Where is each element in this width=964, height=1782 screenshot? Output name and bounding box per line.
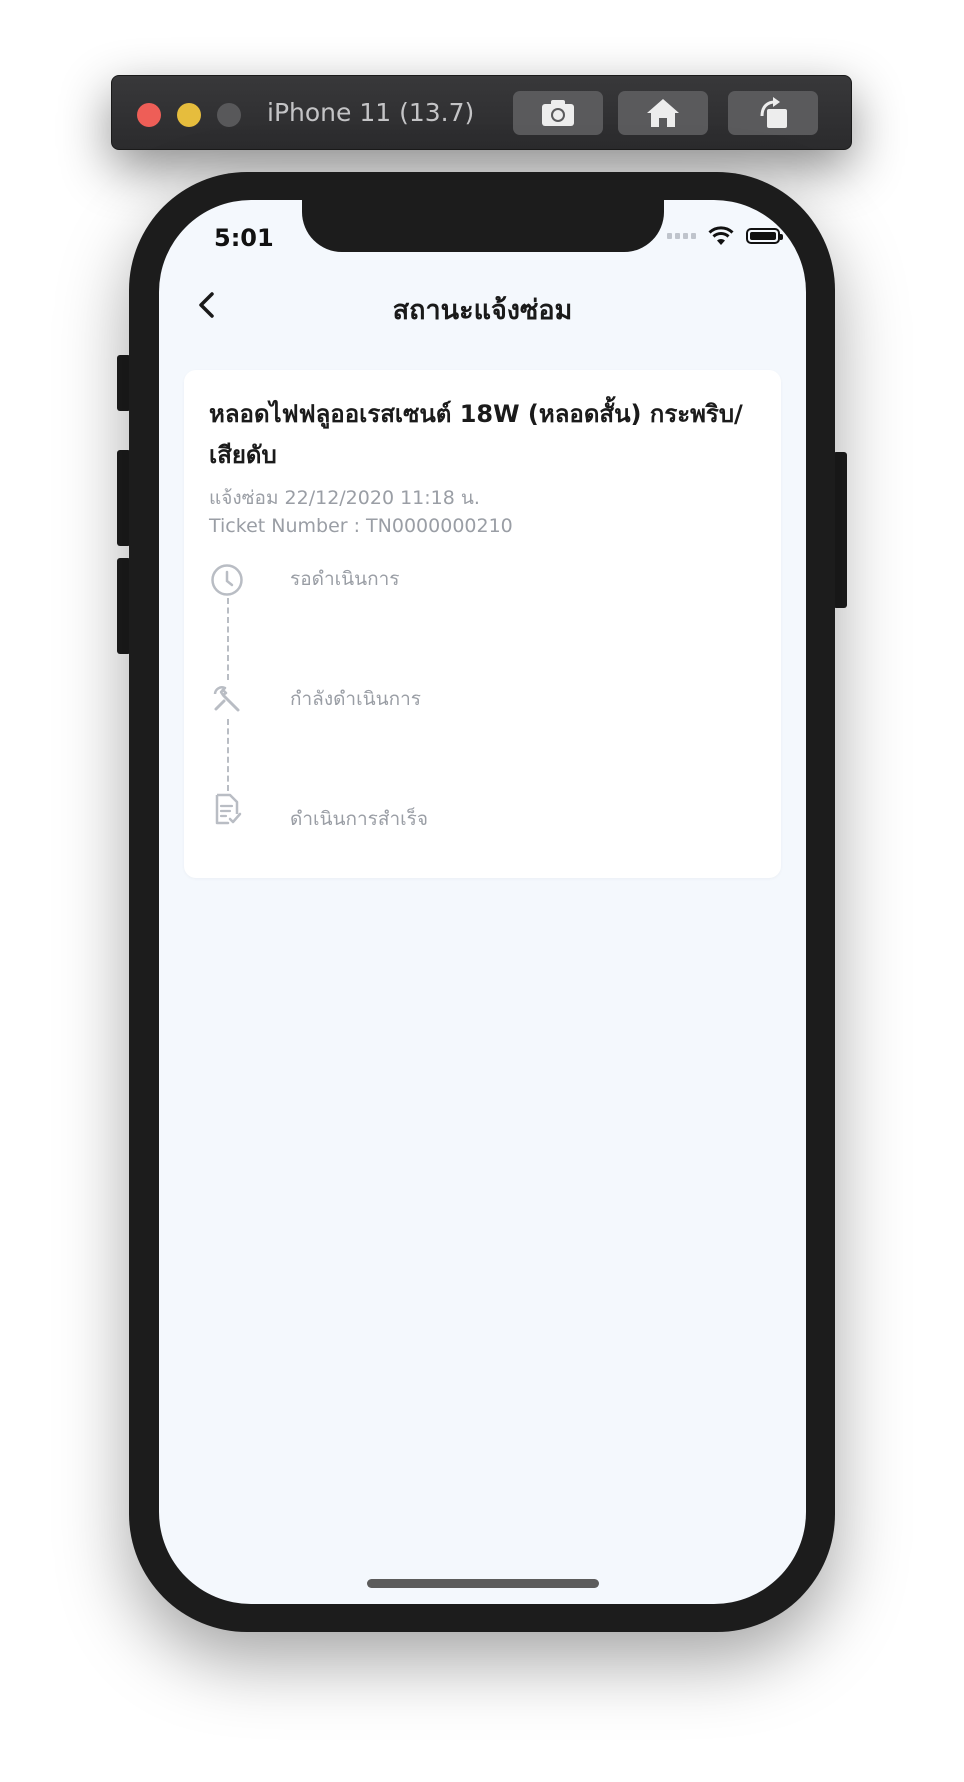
- phone-screen: 5:01 สถานะแจ้งซ่อม หลอดไฟฟลูออเรสเซนต์ 1…: [159, 200, 806, 1604]
- screenshot-button[interactable]: [513, 91, 603, 135]
- clock-icon: [211, 564, 243, 596]
- wrench-icon: [213, 686, 240, 712]
- page-title: สถานะแจ้งซ่อม: [392, 295, 573, 326]
- simulator-title: iPhone 11 (13.7): [267, 98, 475, 127]
- ticket-reported-date: แจ้งซ่อม 22/12/2020 11:18 น.: [209, 487, 480, 509]
- signal-icon: [667, 233, 696, 239]
- step-label-completed: ดำเนินการสำเร็จ: [290, 808, 428, 830]
- minimize-window-button[interactable]: [177, 103, 201, 127]
- rotate-button[interactable]: [728, 91, 818, 135]
- timeline-connector: [227, 719, 229, 791]
- document-check-icon: [215, 793, 242, 825]
- close-window-button[interactable]: [137, 103, 161, 127]
- step-label-pending: รอดำเนินการ: [290, 568, 400, 590]
- timeline-connector: [227, 598, 229, 680]
- repair-ticket-card[interactable]: หลอดไฟฟลูออเรสเซนต์ 18W (หลอดสั้น) กระพร…: [184, 370, 781, 878]
- home-indicator[interactable]: [367, 1579, 599, 1588]
- battery-icon: [746, 228, 783, 244]
- notch: [302, 200, 664, 252]
- wifi-icon: [708, 226, 734, 245]
- rotate-icon: [760, 97, 787, 128]
- power-button: [833, 452, 847, 608]
- status-time: 5:01: [214, 224, 274, 252]
- step-label-in-progress: กำลังดำเนินการ: [290, 688, 421, 710]
- home-button[interactable]: [618, 91, 708, 135]
- ticket-number: Ticket Number : TN0000000210: [209, 515, 513, 537]
- camera-icon: [542, 100, 574, 126]
- home-icon: [647, 99, 679, 127]
- ticket-title: หลอดไฟฟลูออเรสเซนต์ 18W (หลอดสั้น) กระพร…: [209, 400, 743, 469]
- status-icons: [667, 226, 783, 246]
- simulator-title-bar: iPhone 11 (13.7): [111, 75, 852, 150]
- zoom-window-button[interactable]: [217, 103, 241, 127]
